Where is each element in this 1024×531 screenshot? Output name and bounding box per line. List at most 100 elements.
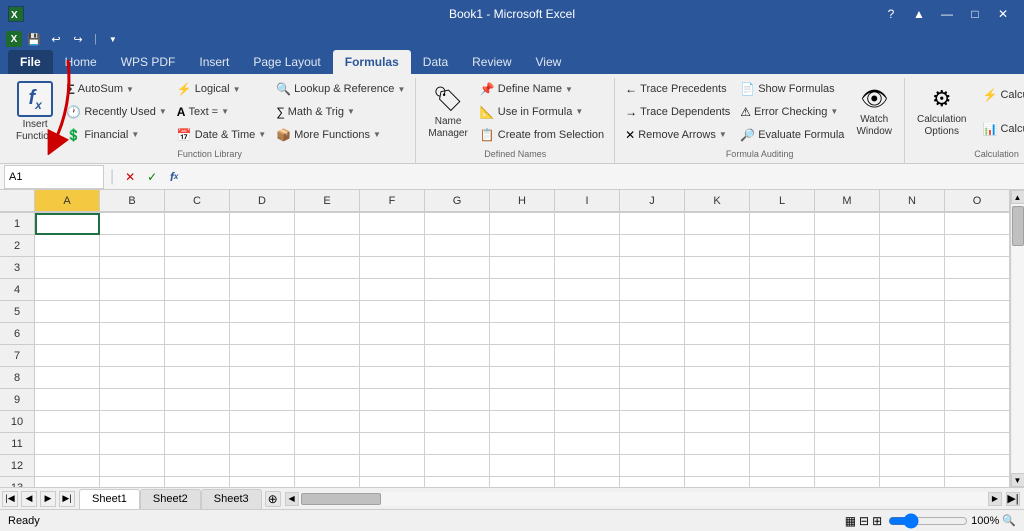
cell-G9[interactable] — [425, 389, 490, 411]
cell-M3[interactable] — [815, 257, 880, 279]
cell-I7[interactable] — [555, 345, 620, 367]
cell-G4[interactable] — [425, 279, 490, 301]
define-name-btn[interactable]: 📌 Define Name ▼ — [476, 79, 608, 99]
cell-D8[interactable] — [230, 367, 295, 389]
cell-K13[interactable] — [685, 477, 750, 487]
cell-K3[interactable] — [685, 257, 750, 279]
cell-M7[interactable] — [815, 345, 880, 367]
help-btn[interactable]: ? — [878, 4, 904, 24]
cell-E12[interactable] — [295, 455, 360, 477]
row-header-1[interactable]: 1 — [0, 213, 35, 235]
scroll-right-btn[interactable]: ▶ — [988, 492, 1002, 506]
cell-O6[interactable] — [945, 323, 1010, 345]
sheet-nav-first[interactable]: |◀ — [2, 491, 18, 507]
insert-function-btn[interactable]: fx InsertFunction — [10, 78, 60, 146]
page-break-icon[interactable]: ⊞ — [872, 514, 882, 528]
cell-D13[interactable] — [230, 477, 295, 487]
cell-G7[interactable] — [425, 345, 490, 367]
cell-G10[interactable] — [425, 411, 490, 433]
cell-N5[interactable] — [880, 301, 945, 323]
cell-L10[interactable] — [750, 411, 815, 433]
cell-E5[interactable] — [295, 301, 360, 323]
cell-K11[interactable] — [685, 433, 750, 455]
trace-dependents-btn[interactable]: → Trace Dependents — [621, 102, 734, 122]
remove-arrows-btn[interactable]: ✕ Remove Arrows ▼ — [621, 125, 734, 145]
cell-B12[interactable] — [100, 455, 165, 477]
cell-E13[interactable] — [295, 477, 360, 487]
cell-H9[interactable] — [490, 389, 555, 411]
cell-G2[interactable] — [425, 235, 490, 257]
qat-redo[interactable]: ↪ — [68, 29, 88, 49]
cell-F13[interactable] — [360, 477, 425, 487]
row-header-9[interactable]: 9 — [0, 389, 35, 411]
row-header-2[interactable]: 2 — [0, 235, 35, 257]
cell-G1[interactable] — [425, 213, 490, 235]
cell-O11[interactable] — [945, 433, 1010, 455]
create-from-selection-btn[interactable]: 📋 Create from Selection — [476, 125, 608, 145]
cell-I4[interactable] — [555, 279, 620, 301]
qat-undo[interactable]: ↩ — [46, 29, 66, 49]
cell-O13[interactable] — [945, 477, 1010, 487]
recently-used-btn[interactable]: 🕐 Recently Used ▼ — [62, 102, 170, 122]
cell-E10[interactable] — [295, 411, 360, 433]
cell-J6[interactable] — [620, 323, 685, 345]
error-checking-btn[interactable]: ⚠ Error Checking ▼ — [736, 102, 848, 122]
cell-M10[interactable] — [815, 411, 880, 433]
cell-F9[interactable] — [360, 389, 425, 411]
cell-O2[interactable] — [945, 235, 1010, 257]
cell-F11[interactable] — [360, 433, 425, 455]
h-scroll-thumb[interactable] — [301, 493, 381, 505]
zoom-slider[interactable] — [888, 516, 968, 526]
row-header-10[interactable]: 10 — [0, 411, 35, 433]
cell-N8[interactable] — [880, 367, 945, 389]
col-header-E[interactable]: E — [295, 190, 360, 212]
cell-H10[interactable] — [490, 411, 555, 433]
cell-I10[interactable] — [555, 411, 620, 433]
cell-D3[interactable] — [230, 257, 295, 279]
cell-J5[interactable] — [620, 301, 685, 323]
tab-review[interactable]: Review — [460, 50, 523, 74]
tab-insert[interactable]: Insert — [187, 50, 241, 74]
cell-A7[interactable] — [35, 345, 100, 367]
calculation-options-btn[interactable]: ⚙ CalculationOptions — [911, 78, 972, 146]
cell-J13[interactable] — [620, 477, 685, 487]
cell-J2[interactable] — [620, 235, 685, 257]
cell-C8[interactable] — [165, 367, 230, 389]
cell-L1[interactable] — [750, 213, 815, 235]
col-header-O[interactable]: O — [945, 190, 1010, 212]
col-header-B[interactable]: B — [100, 190, 165, 212]
cell-E3[interactable] — [295, 257, 360, 279]
cell-C3[interactable] — [165, 257, 230, 279]
cell-L2[interactable] — [750, 235, 815, 257]
cell-B4[interactable] — [100, 279, 165, 301]
cell-H2[interactable] — [490, 235, 555, 257]
cell-A11[interactable] — [35, 433, 100, 455]
sheet-tab-3[interactable]: Sheet3 — [201, 489, 262, 509]
cell-E6[interactable] — [295, 323, 360, 345]
cell-F12[interactable] — [360, 455, 425, 477]
cell-H8[interactable] — [490, 367, 555, 389]
cell-K5[interactable] — [685, 301, 750, 323]
trace-precedents-btn[interactable]: ← Trace Precedents — [621, 79, 734, 99]
insert-fn-formula-btn[interactable]: fx — [164, 167, 184, 187]
cell-A6[interactable] — [35, 323, 100, 345]
cell-D7[interactable] — [230, 345, 295, 367]
cell-F3[interactable] — [360, 257, 425, 279]
scroll-down-btn[interactable]: ▼ — [1011, 473, 1024, 487]
cell-L9[interactable] — [750, 389, 815, 411]
cell-G6[interactable] — [425, 323, 490, 345]
cell-L6[interactable] — [750, 323, 815, 345]
cell-E11[interactable] — [295, 433, 360, 455]
row-header-8[interactable]: 8 — [0, 367, 35, 389]
cell-I6[interactable] — [555, 323, 620, 345]
text-btn[interactable]: A Text = ▼ — [173, 102, 270, 122]
cell-I9[interactable] — [555, 389, 620, 411]
cell-O12[interactable] — [945, 455, 1010, 477]
financial-btn[interactable]: 💲 Financial ▼ — [62, 125, 170, 145]
col-header-I[interactable]: I — [555, 190, 620, 212]
cell-O7[interactable] — [945, 345, 1010, 367]
tab-wps-pdf[interactable]: WPS PDF — [109, 50, 188, 74]
cell-H6[interactable] — [490, 323, 555, 345]
cell-O3[interactable] — [945, 257, 1010, 279]
cell-I2[interactable] — [555, 235, 620, 257]
